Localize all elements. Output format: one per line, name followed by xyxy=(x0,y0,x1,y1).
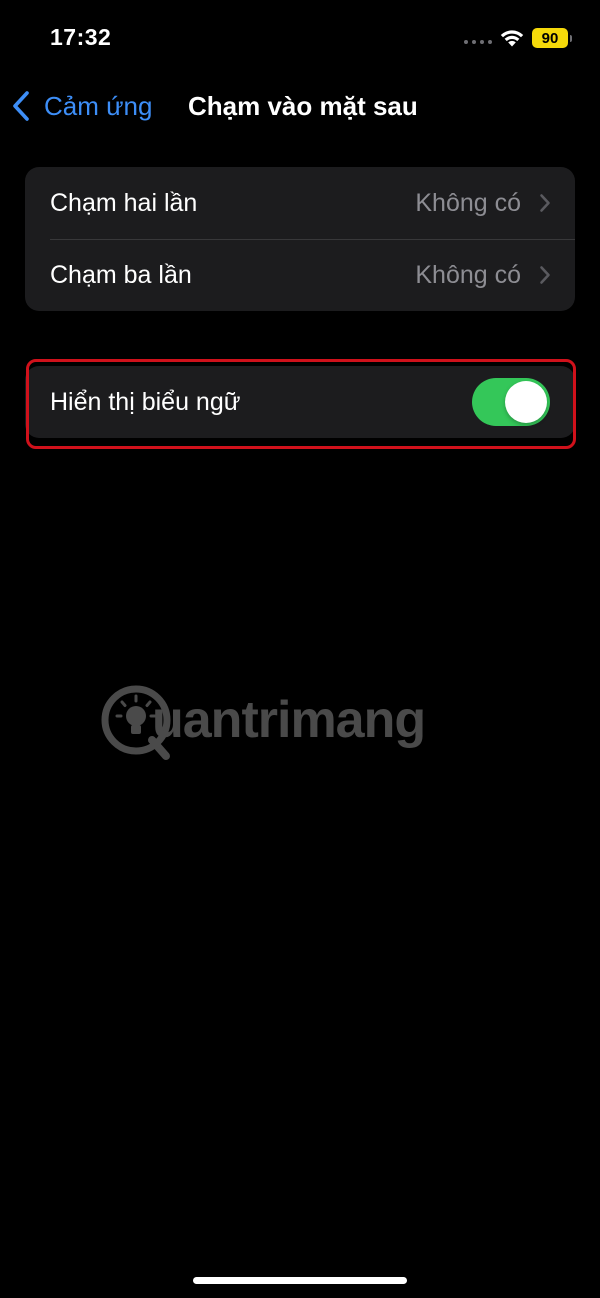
battery-level: 90 xyxy=(532,28,568,48)
watermark-text: uantrimang xyxy=(152,691,426,749)
double-tap-label: Chạm hai lần xyxy=(50,188,198,217)
toggle-knob xyxy=(505,381,547,423)
triple-tap-label: Chạm ba lần xyxy=(50,260,192,289)
signal-dots-icon xyxy=(464,40,492,44)
chevron-right-icon xyxy=(540,194,550,212)
chevron-right-icon xyxy=(540,266,550,284)
chevron-left-icon xyxy=(13,91,29,121)
back-label: Cảm ứng xyxy=(44,90,153,121)
navigation-bar: Cảm ứng Chạm vào mặt sau xyxy=(0,80,600,134)
back-button[interactable]: Cảm ứng xyxy=(10,86,152,126)
triple-tap-row[interactable]: Chạm ba lần Không có xyxy=(25,239,575,311)
watermark: uantrimang xyxy=(100,682,450,762)
page-title: Chạm vào mặt sau xyxy=(188,91,418,121)
show-banner-row: Hiển thị biểu ngữ xyxy=(25,366,575,438)
tap-actions-group: Chạm hai lần Không có Chạm ba lần Không … xyxy=(25,167,575,311)
lightbulb-logo-icon xyxy=(101,685,171,760)
status-bar: 17:32 90 xyxy=(0,0,600,70)
triple-tap-value: Không có xyxy=(415,260,521,289)
double-tap-value: Không có xyxy=(415,188,521,217)
show-banner-toggle[interactable] xyxy=(472,378,550,426)
battery-icon: 90 xyxy=(532,27,572,49)
home-indicator[interactable] xyxy=(193,1277,407,1284)
show-banner-group: Hiển thị biểu ngữ xyxy=(25,366,575,438)
double-tap-row[interactable]: Chạm hai lần Không có xyxy=(25,167,575,239)
wifi-icon xyxy=(500,30,524,47)
show-banner-label: Hiển thị biểu ngữ xyxy=(50,387,241,416)
status-time: 17:32 xyxy=(50,24,112,50)
